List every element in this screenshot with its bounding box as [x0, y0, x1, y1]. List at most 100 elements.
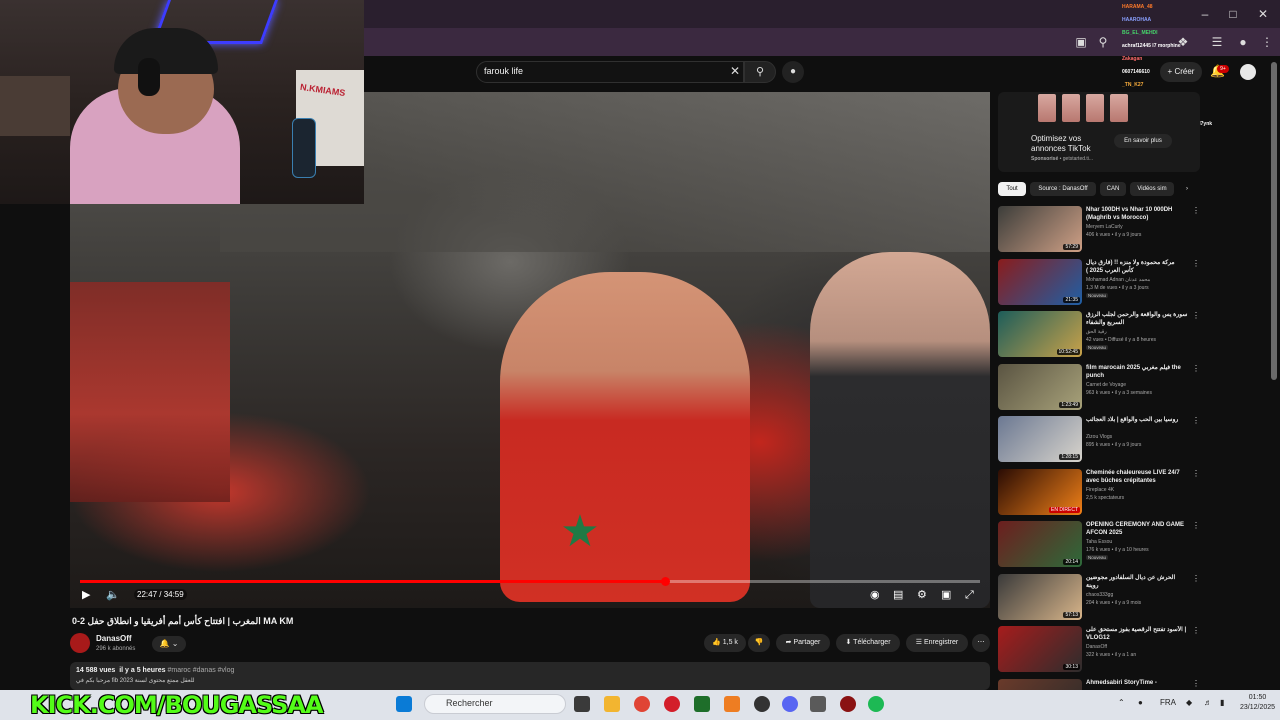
search-button[interactable]: ⚲ — [744, 61, 776, 83]
duration-badge: 1:23:49 — [1059, 401, 1080, 408]
chips-next-icon[interactable]: › — [1180, 182, 1194, 196]
more-options-icon[interactable]: ⋮ — [1192, 521, 1200, 530]
channel-avatar[interactable] — [70, 633, 90, 653]
chip-similar[interactable]: Vidéos sim — [1130, 182, 1174, 196]
search-icon: ⚲ — [755, 66, 765, 78]
subtitles-icon[interactable]: ▤ — [893, 588, 903, 602]
minimize-icon[interactable]: – — [1194, 6, 1216, 22]
wifi-icon[interactable]: ◆ — [1186, 698, 1192, 707]
video-title[interactable]: Cheminée chaleureuse LIVE 24/7 avec bûch… — [1086, 469, 1188, 485]
mic-tray-icon[interactable]: ● — [1138, 698, 1143, 707]
headphones — [138, 58, 160, 96]
chip-can[interactable]: CAN — [1100, 182, 1126, 196]
miniplayer-icon[interactable]: ▣ — [941, 588, 951, 602]
opera-icon[interactable] — [664, 696, 680, 712]
video-title[interactable]: الحرش عن ديال السلفادور مجوضين روينة — [1086, 574, 1188, 590]
file-explorer-icon[interactable] — [604, 696, 620, 712]
channel-name[interactable]: Meryem LaCurly — [1086, 224, 1123, 230]
profile-icon[interactable]: ● — [1234, 34, 1252, 50]
channel-name[interactable]: Carnet de Voyage — [1086, 382, 1126, 388]
recommended-video[interactable]: 1:23:49 film marocain 2025 فيلم مغربي the… — [998, 363, 1208, 414]
recommended-video[interactable]: 57:29 Nhar 100DH vs Nhar 10 000DH (Maghri… — [998, 206, 1208, 256]
more-options-icon[interactable]: ⋮ — [1192, 364, 1200, 373]
maximize-icon[interactable]: □ — [1222, 6, 1244, 22]
save-button[interactable]: ☰ Enregistrer — [906, 634, 968, 652]
more-options-icon[interactable]: ⋮ — [1192, 469, 1200, 478]
video-title[interactable]: film marocain 2025 فيلم مغربي the punch — [1086, 364, 1188, 380]
dislike-button[interactable]: 👎 — [748, 634, 770, 652]
recommended-video[interactable]: EN DIRECT Cheminée chaleureuse LIVE 24/7 … — [998, 468, 1208, 519]
download-button[interactable]: ⬇ Télécharger — [836, 634, 900, 652]
volume-icon[interactable]: 🔈 — [106, 588, 120, 602]
channel-name[interactable]: رقية الحق — [1086, 329, 1107, 335]
recommended-video[interactable]: 30:13 الأسود تفتتح الرقصية بفوز مستحق على… — [998, 626, 1208, 676]
tray-chevron-icon[interactable]: ⌃ — [1118, 698, 1125, 707]
autoplay-toggle[interactable]: ◉ — [870, 588, 880, 602]
new-badge: Nouveau — [1086, 345, 1109, 350]
app-icon[interactable] — [694, 696, 710, 712]
video-title[interactable]: مركة محمودة ولا منزه !! (فارق ديال كأس ا… — [1086, 259, 1188, 275]
taskbar-clock[interactable]: 01:50 23/12/2025 — [1240, 693, 1275, 713]
video-title[interactable]: الأسود تفتتح الرقصية بفوز مستحق على | VL… — [1086, 626, 1188, 642]
app-icon[interactable] — [810, 696, 826, 712]
more-options-icon[interactable]: ⋮ — [1192, 416, 1200, 425]
obs-icon[interactable] — [754, 696, 770, 712]
spotify-icon[interactable] — [868, 696, 884, 712]
more-options-icon[interactable]: ⋮ — [1192, 574, 1200, 583]
channel-name[interactable]: Zizou Vlogs — [1086, 434, 1112, 440]
ad-thumbnail — [1086, 94, 1104, 122]
video-title[interactable]: OPENING CEREMONY AND GAME AFCON 2025 — [1086, 521, 1188, 537]
create-button[interactable]: + Créer — [1160, 62, 1202, 82]
more-options-icon[interactable]: ⋮ — [1192, 311, 1200, 320]
close-icon[interactable]: ✕ — [1252, 6, 1274, 22]
more-actions-button[interactable]: ⋯ — [972, 634, 990, 652]
recommended-video[interactable]: 57:13 الحرش عن ديال السلفادور مجوضين روين… — [998, 573, 1208, 624]
video-meta: 895 k vues • il y a 9 jours — [1086, 442, 1142, 448]
subscription-bell-button[interactable]: 🔔 ⌄ — [152, 636, 186, 652]
recommended-video[interactable]: 20:14 OPENING CEREMONY AND GAME AFCON 202… — [998, 521, 1208, 571]
task-view-icon[interactable] — [574, 696, 590, 712]
language-indicator[interactable]: FRA — [1160, 698, 1176, 707]
playlist-icon[interactable]: ☰ — [1208, 34, 1226, 50]
channel-name[interactable]: Taha Essou — [1086, 539, 1112, 545]
channel-name[interactable]: Mohamad Adnan محمد عدنان — [1086, 277, 1150, 283]
video-title[interactable]: Nhar 100DH vs Nhar 10 000DH (Maghrib vs … — [1086, 206, 1188, 222]
more-options-icon[interactable]: ⋮ — [1192, 679, 1200, 688]
channel-name[interactable]: chaos333gg — [1086, 592, 1113, 598]
recommended-video[interactable]: 21:35 مركة محمودة ولا منزه !! (فارق ديال … — [998, 258, 1208, 309]
account-avatar[interactable] — [1240, 64, 1256, 80]
channel-name[interactable]: Fireplace 4K — [1086, 487, 1114, 493]
more-options-icon[interactable]: ⋮ — [1192, 626, 1200, 635]
voice-search-button[interactable]: ● — [782, 61, 804, 83]
like-button[interactable]: 👍 1,5 k — [704, 634, 746, 652]
app-icon[interactable] — [840, 696, 856, 712]
recommended-video[interactable]: 1:28:15 روسيا بين الحب والواقع | بلاد الع… — [998, 416, 1208, 466]
chip-all[interactable]: Tout — [998, 182, 1026, 196]
channel-name[interactable]: DanasOff — [1086, 644, 1107, 650]
play-icon[interactable]: ▶ — [82, 588, 90, 602]
menu-icon[interactable]: ⋮ — [1258, 34, 1276, 50]
more-options-icon[interactable]: ⋮ — [1192, 206, 1200, 215]
discord-icon[interactable] — [782, 696, 798, 712]
zoom-icon[interactable]: ⚲ — [1094, 34, 1112, 50]
chrome-icon[interactable] — [634, 696, 650, 712]
clear-search-icon[interactable]: ✕ — [730, 64, 740, 78]
page-scrollbar[interactable] — [1271, 62, 1277, 380]
cast-icon[interactable]: ▣ — [1072, 34, 1090, 50]
fullscreen-icon[interactable]: ⤢ — [965, 588, 974, 602]
app-icon[interactable] — [724, 696, 740, 712]
hashtags[interactable]: #maroc #danas #vlog — [167, 667, 234, 674]
more-options-icon[interactable]: ⋮ — [1192, 259, 1200, 268]
video-title[interactable]: روسيا بين الحب والواقع | بلاد العجائب — [1086, 416, 1188, 432]
start-icon[interactable] — [396, 696, 412, 712]
settings-icon[interactable]: ⚙ — [917, 588, 927, 602]
battery-icon[interactable]: ▮ — [1220, 698, 1224, 707]
share-button[interactable]: ➦ Partager — [776, 634, 830, 652]
volume-tray-icon[interactable]: ♬ — [1204, 698, 1212, 707]
recommended-video[interactable]: 10:52:45 سورة يس والواقعة والرحمن لجلب ال… — [998, 311, 1208, 361]
video-title[interactable]: سورة يس والواقعة والرحمن لجلب الرزق السر… — [1086, 311, 1188, 327]
chip-source[interactable]: Source : DanasOff — [1030, 182, 1096, 196]
channel-name[interactable]: DanasOff — [96, 634, 132, 643]
new-badge: Nouveau — [1086, 555, 1109, 560]
ad-learn-more-button[interactable]: En savoir plus — [1114, 134, 1172, 148]
